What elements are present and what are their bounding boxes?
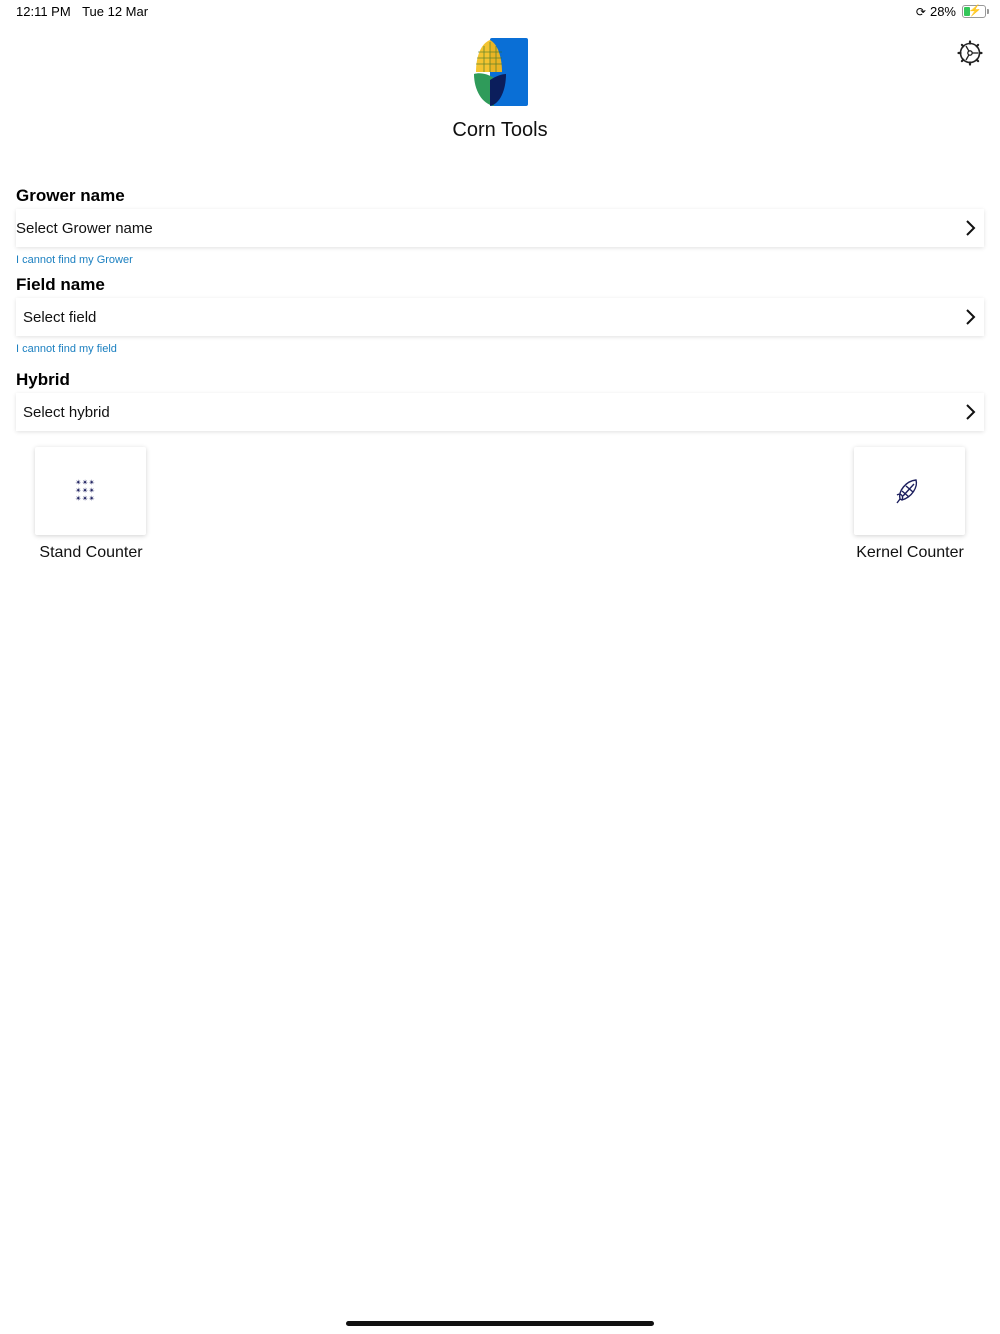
corn-cob-icon bbox=[896, 479, 918, 504]
field-select-row[interactable]: Select field bbox=[16, 298, 984, 336]
stand-counter-button[interactable]: ✴✴✴ ✴✴✴ ✴✴✴ bbox=[35, 447, 146, 535]
status-bar: 12:11 PM Tue 12 Mar ⟳ 28% ⚡ bbox=[0, 0, 1000, 24]
field-name-label: Field name bbox=[16, 275, 105, 294]
app-title: Corn Tools bbox=[452, 119, 548, 141]
orientation-lock-icon: ⟳ bbox=[915, 4, 926, 19]
svg-text:✴✴✴: ✴✴✴ bbox=[75, 494, 95, 503]
stand-counter-label: Stand Counter bbox=[39, 544, 143, 561]
corn-tools-logo bbox=[474, 38, 528, 106]
status-time: 12:11 PM bbox=[16, 4, 71, 19]
chevron-right-icon bbox=[966, 404, 976, 420]
hybrid-label: Hybrid bbox=[16, 370, 70, 389]
kernel-counter-button[interactable] bbox=[854, 447, 965, 535]
status-date: Tue 12 Mar bbox=[82, 4, 149, 19]
home-indicator[interactable] bbox=[346, 1321, 654, 1326]
cannot-find-field-link[interactable]: I cannot find my field bbox=[16, 343, 117, 355]
battery-icon: ⚡ bbox=[962, 5, 989, 18]
status-right: ⟳ 28% ⚡ bbox=[915, 4, 989, 19]
charging-bolt-icon: ⚡ bbox=[968, 5, 982, 17]
hybrid-select-placeholder: Select hybrid bbox=[23, 403, 110, 421]
status-left: 12:11 PM Tue 12 Mar bbox=[16, 4, 156, 19]
chevron-right-icon bbox=[966, 220, 976, 236]
battery-percent: 28% bbox=[929, 4, 956, 19]
field-select-placeholder: Select field bbox=[23, 308, 97, 326]
grower-select-row[interactable]: Select Grower name bbox=[16, 209, 984, 247]
grower-select-placeholder: Select Grower name bbox=[16, 219, 153, 237]
cannot-find-grower-link[interactable]: I cannot find my Grower bbox=[16, 254, 133, 266]
hybrid-select-row[interactable]: Select hybrid bbox=[16, 393, 984, 431]
kernel-counter-label: Kernel Counter bbox=[856, 544, 964, 561]
grower-name-label: Grower name bbox=[16, 186, 125, 205]
plant-grid-icon: ✴✴✴ ✴✴✴ ✴✴✴ bbox=[75, 478, 95, 503]
settings-gear-icon[interactable] bbox=[957, 40, 983, 66]
chevron-right-icon bbox=[966, 309, 976, 325]
